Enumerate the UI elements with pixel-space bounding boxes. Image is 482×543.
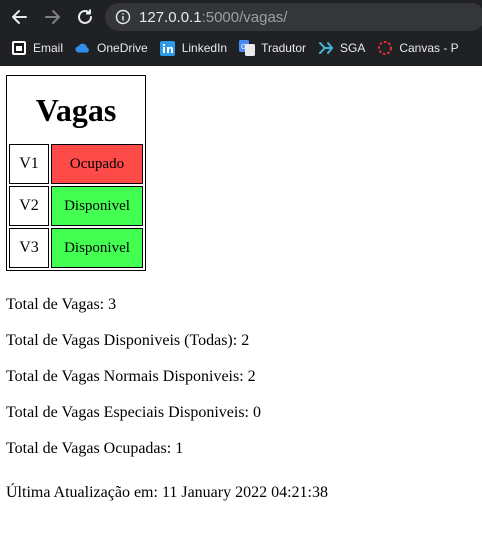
bookmark-canvas[interactable]: Canvas - P	[377, 40, 459, 56]
sga-icon	[318, 40, 334, 56]
table-row: V2 Disponivel	[9, 186, 143, 226]
url-path: :5000/vagas/	[201, 8, 288, 26]
page-title: Vagas	[35, 91, 117, 128]
available-normal-text: Total de Vagas Normais Disponiveis: 2	[6, 368, 256, 385]
bookmark-label: Canvas - P	[399, 41, 459, 55]
translate-icon: G	[239, 40, 256, 56]
spot-status: Disponivel	[51, 228, 143, 268]
spot-status: Ocupado	[51, 144, 143, 184]
bookmark-linkedin[interactable]: LinkedIn	[160, 40, 227, 56]
bookmark-label: OneDrive	[97, 41, 148, 55]
available-all-text: Total de Vagas Disponiveis (Todas): 2	[6, 332, 250, 349]
bookmark-label: LinkedIn	[181, 41, 228, 55]
total-spots-text: Total de Vagas: 3	[6, 296, 117, 313]
parking-spots-table: Vagas V1 Ocupado V2 Disponivel V3 Dispon…	[6, 75, 146, 271]
canvas-icon	[377, 40, 393, 56]
onedrive-cloud-icon	[75, 40, 91, 56]
bookmark-onedrive[interactable]: OneDrive	[75, 40, 148, 56]
url-host: 127.0.0.1	[139, 8, 202, 26]
bookmark-sga[interactable]: SGA	[318, 40, 365, 56]
linkedin-icon	[160, 40, 176, 56]
site-info-icon[interactable]	[115, 9, 131, 25]
spot-id: V3	[9, 228, 49, 268]
spot-id: V2	[9, 186, 49, 226]
bookmark-email[interactable]: Email	[11, 40, 63, 56]
table-row: V3 Disponivel	[9, 228, 143, 268]
page-content: Vagas V1 Ocupado V2 Disponivel V3 Dispon…	[6, 75, 476, 502]
bookmark-label: SGA	[339, 41, 366, 55]
back-arrow-icon[interactable]	[7, 5, 31, 29]
bookmark-label: Tradutor	[261, 41, 306, 55]
bookmarks-bar: Email OneDrive LinkedIn G Tradutor SGA C…	[0, 36, 482, 60]
reload-icon[interactable]	[73, 5, 97, 29]
stats-section: Total de Vagas: 3 Total de Vagas Disponi…	[6, 296, 476, 458]
available-special-text: Total de Vagas Especiais Disponiveis: 0	[6, 404, 261, 421]
spot-id: V1	[9, 144, 49, 184]
browser-chrome: 127.0.0.1:5000/vagas/ Email OneDrive Lin…	[0, 0, 482, 66]
table-row: V1 Ocupado	[9, 144, 143, 184]
spot-status: Disponivel	[51, 186, 143, 226]
occupied-text: Total de Vagas Ocupadas: 1	[6, 440, 184, 457]
bookmark-label: Email	[33, 41, 64, 55]
bookmark-tradutor[interactable]: G Tradutor	[239, 40, 306, 56]
svg-text:G: G	[241, 44, 246, 51]
last-update-text: Última Atualização em: 11 January 2022 0…	[6, 484, 328, 501]
forward-arrow-icon[interactable]	[41, 5, 65, 29]
address-bar[interactable]: 127.0.0.1:5000/vagas/	[105, 3, 482, 31]
ms-office-icon	[11, 40, 27, 56]
